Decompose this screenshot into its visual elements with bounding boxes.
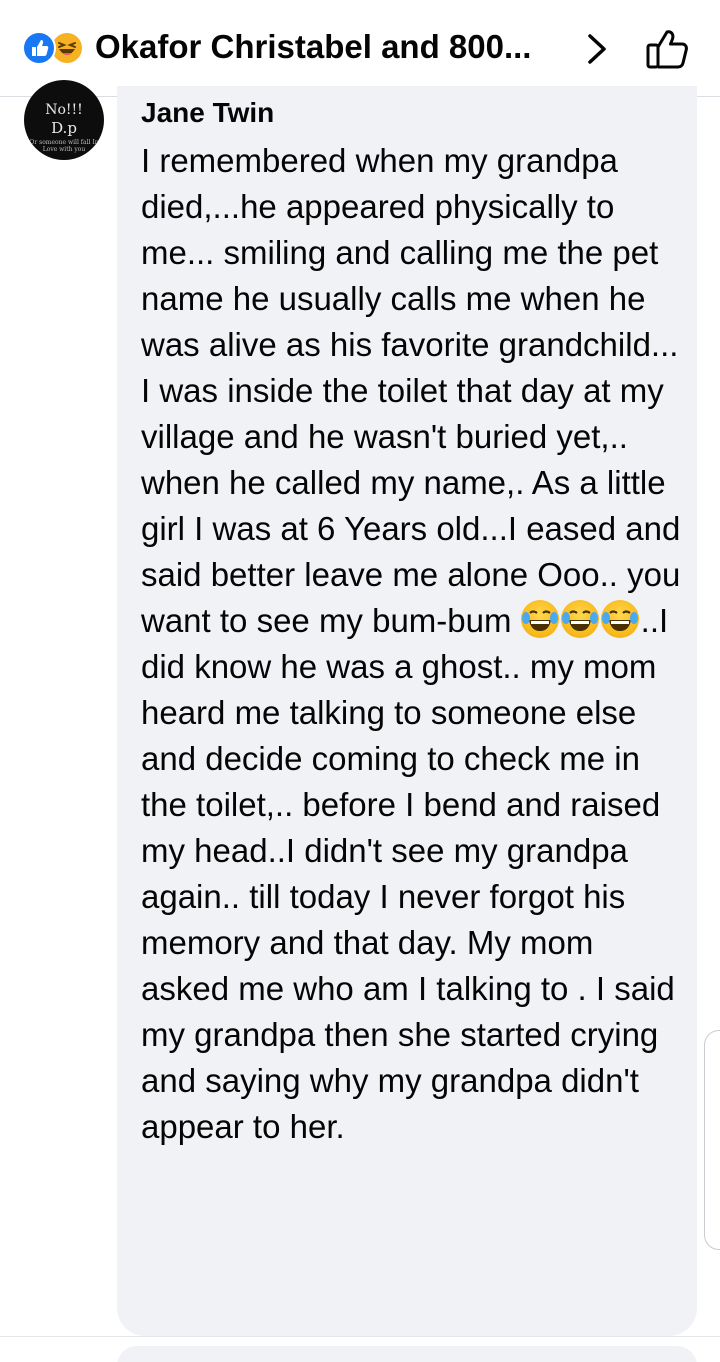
tears-of-joy-emoji-icon — [560, 600, 599, 638]
like-icon — [22, 31, 56, 65]
comment-text-part2: ..I did know he was a ghost.. my mom hea… — [141, 602, 675, 1145]
floating-edge-handle[interactable] — [704, 1030, 720, 1250]
next-comment-bubble[interactable] — [117, 1346, 697, 1362]
avatar-text-line3: Or someone will fall In Love with you — [29, 139, 99, 153]
reaction-summary[interactable] — [22, 31, 88, 67]
tears-of-joy-emoji-icon — [600, 600, 639, 638]
thumbs-up-outline-icon[interactable] — [644, 26, 692, 72]
avatar-text-line2: D.p — [51, 119, 77, 137]
comment-divider — [0, 1336, 720, 1337]
comment-author[interactable]: Jane Twin — [141, 97, 274, 129]
reactors-title[interactable]: Okafor Christabel and 800... — [95, 28, 575, 66]
comment-text: I remembered when my grandpa died,...he … — [141, 138, 689, 1150]
avatar-text-line1: No!!! — [45, 102, 83, 118]
post-header[interactable]: Okafor Christabel and 800... — [0, 0, 720, 97]
avatar[interactable]: No!!! D.p Or someone will fall In Love w… — [24, 80, 104, 160]
chevron-right-icon[interactable] — [582, 30, 612, 68]
tears-of-joy-emoji-icon — [520, 600, 559, 638]
comment-text-part1: I remembered when my grandpa died,...he … — [141, 142, 681, 639]
